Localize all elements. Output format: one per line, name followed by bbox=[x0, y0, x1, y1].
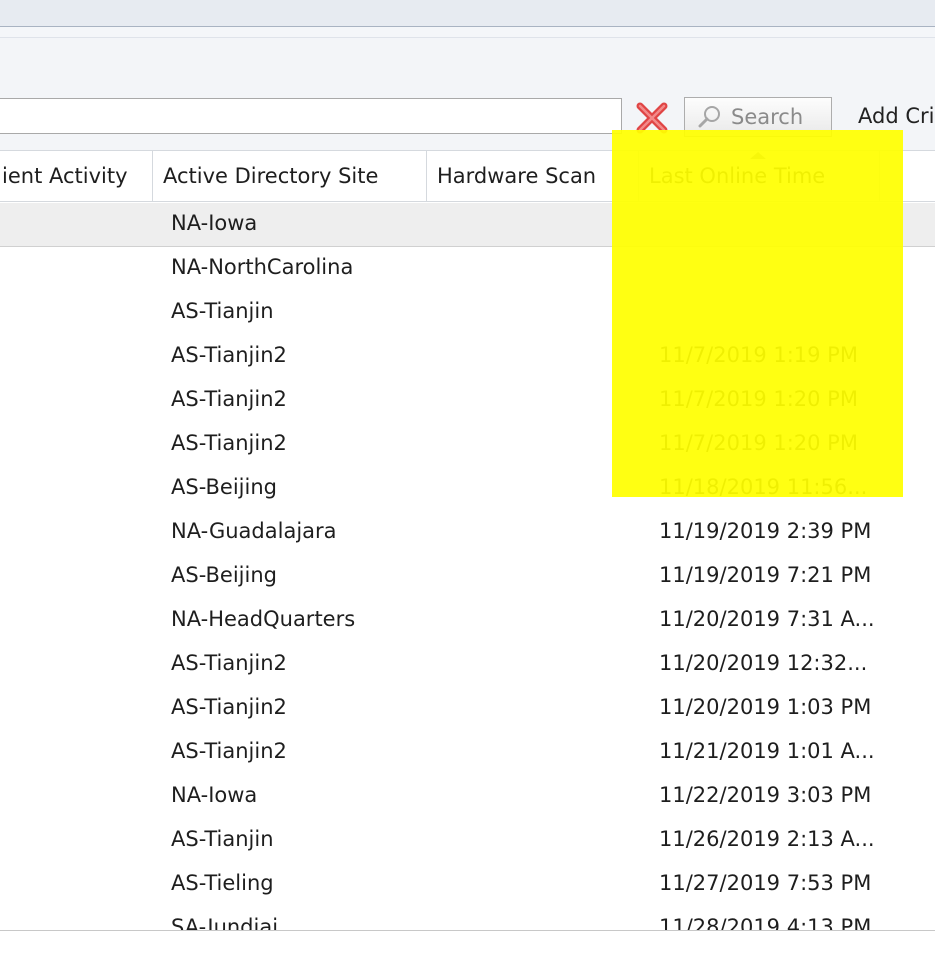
table-row[interactable]: NA-Iowa bbox=[0, 203, 935, 247]
site-cell: AS-Tianjin2 bbox=[171, 387, 287, 411]
site-cell: NA-NorthCarolina bbox=[171, 255, 354, 279]
table-row[interactable]: NA-Iowa 11/22/2019 3:03 PM bbox=[0, 775, 935, 819]
site-cell: AS-Tianjin2 bbox=[171, 431, 287, 455]
site-cell: AS-Tianjin bbox=[171, 299, 274, 323]
table-row[interactable]: AS-Tieling 11/27/2019 7:53 PM bbox=[0, 863, 935, 907]
last-online-time-cell: 11/20/2019 7:31 A... bbox=[659, 607, 875, 631]
last-online-time-cell: 11/21/2019 1:01 A... bbox=[659, 739, 875, 763]
site-cell: SA-Jundiai bbox=[171, 915, 279, 930]
table-row[interactable]: AS-Beijing 11/19/2019 7:21 PM bbox=[0, 555, 935, 599]
last-online-time-cell: 11/19/2019 7:21 PM bbox=[659, 563, 872, 587]
sort-ascending-icon bbox=[750, 152, 766, 159]
table-row[interactable]: NA-NorthCarolina bbox=[0, 247, 935, 291]
table-row[interactable]: NA-Guadalajara 11/19/2019 2:39 PM bbox=[0, 511, 935, 555]
table-row[interactable]: AS-Tianjin 11/26/2019 2:13 A... bbox=[0, 819, 935, 863]
last-online-time-cell: 11/19/2019 2:39 PM bbox=[659, 519, 872, 543]
last-online-time-cell: 11/26/2019 2:13 A... bbox=[659, 827, 875, 851]
table-row[interactable]: AS-Tianjin2 11/7/2019 1:20 PM bbox=[0, 379, 935, 423]
site-cell: AS-Beijing bbox=[171, 475, 277, 499]
column-header-active-directory-site[interactable]: Active Directory Site bbox=[153, 151, 426, 201]
table-row[interactable]: SA-Jundiai 11/28/2019 4:13 PM bbox=[0, 907, 935, 930]
table-row[interactable]: AS-Beijing 11/18/2019 11:56... bbox=[0, 467, 935, 511]
last-online-time-cell: 11/28/2019 4:13 PM bbox=[659, 915, 872, 930]
last-online-time-cell: 11/7/2019 1:20 PM bbox=[659, 387, 858, 411]
ribbon-edge bbox=[0, 27, 935, 38]
site-cell: AS-Tianjin bbox=[171, 827, 274, 851]
site-cell: AS-Beijing bbox=[171, 563, 277, 587]
last-online-time-cell: 11/27/2019 7:53 PM bbox=[659, 871, 872, 895]
last-online-time-cell: 11/20/2019 1:03 PM bbox=[659, 695, 872, 719]
site-cell: AS-Tianjin2 bbox=[171, 651, 287, 675]
column-header-client-activity[interactable]: ient Activity bbox=[0, 151, 152, 201]
table-row[interactable]: AS-Tianjin2 11/20/2019 1:03 PM bbox=[0, 687, 935, 731]
column-header-hardware-scan[interactable]: Hardware Scan bbox=[427, 151, 638, 201]
site-cell: NA-Iowa bbox=[171, 783, 258, 807]
site-cell: NA-HeadQuarters bbox=[171, 607, 356, 631]
last-online-time-cell: 11/22/2019 3:03 PM bbox=[659, 783, 872, 807]
table-row[interactable]: AS-Tianjin bbox=[0, 291, 935, 335]
site-cell: AS-Tianjin2 bbox=[171, 695, 287, 719]
column-divider[interactable] bbox=[879, 151, 880, 201]
site-cell: AS-Tianjin2 bbox=[171, 739, 287, 763]
search-button-label: Search bbox=[731, 105, 804, 129]
last-online-time-cell: 11/7/2019 1:19 PM bbox=[659, 343, 858, 367]
table-bottom-border bbox=[0, 930, 935, 931]
last-online-time-cell: 11/20/2019 12:32... bbox=[659, 651, 868, 675]
search-input[interactable] bbox=[0, 98, 622, 134]
table-row[interactable]: AS-Tianjin2 11/7/2019 1:19 PM bbox=[0, 335, 935, 379]
table-row[interactable]: AS-Tianjin2 11/21/2019 1:01 A... bbox=[0, 731, 935, 775]
site-cell: AS-Tianjin2 bbox=[171, 343, 287, 367]
table-row[interactable]: NA-HeadQuarters 11/20/2019 7:31 A... bbox=[0, 599, 935, 643]
last-online-time-cell: 11/7/2019 1:20 PM bbox=[659, 431, 858, 455]
clear-icon bbox=[636, 102, 668, 134]
site-cell: AS-Tieling bbox=[171, 871, 274, 895]
window-top-band bbox=[0, 0, 935, 27]
table-row[interactable]: AS-Tianjin2 11/20/2019 12:32... bbox=[0, 643, 935, 687]
search-icon bbox=[698, 106, 720, 128]
site-cell: NA-Guadalajara bbox=[171, 519, 337, 543]
table-row[interactable]: AS-Tianjin2 11/7/2019 1:20 PM bbox=[0, 423, 935, 467]
last-online-time-cell: 11/18/2019 11:56... bbox=[659, 475, 868, 499]
column-header-row: ient Activity Active Directory Site Hard… bbox=[0, 150, 935, 202]
add-criteria-link[interactable]: Add Cri bbox=[858, 104, 934, 128]
search-button[interactable]: Search bbox=[684, 97, 832, 137]
clear-search-button[interactable] bbox=[632, 100, 672, 136]
site-cell: NA-Iowa bbox=[171, 211, 258, 235]
device-table-body: NA-Iowa NA-NorthCarolina AS-Tianjin AS-T… bbox=[0, 203, 935, 930]
